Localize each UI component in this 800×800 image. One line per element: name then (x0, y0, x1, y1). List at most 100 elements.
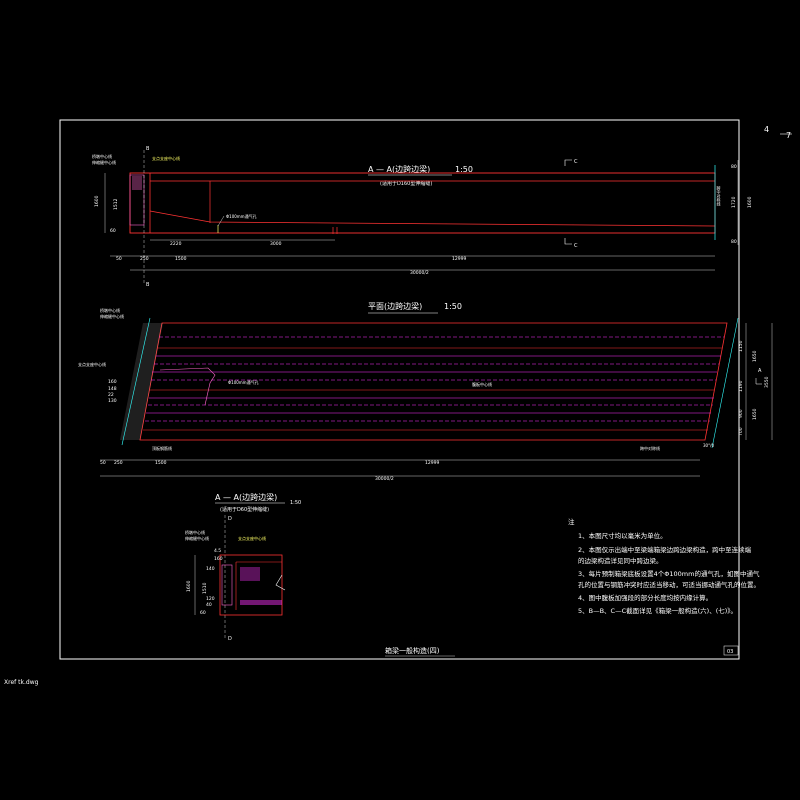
view2-label-symmetry: 跨中对称线 (640, 445, 660, 451)
v2-dim-left-2: 22 (108, 392, 114, 398)
view1-title: A — A(边跨边梁) (368, 164, 430, 174)
v2-dim-left-3: 130 (108, 398, 117, 404)
view-aa-elevation: A — A(边跨边梁) 1:50 (适用于D160型伸缩缝) B B C C 桥… (92, 146, 753, 288)
view3-subtitle: (适用于D60型伸缩缝) (220, 506, 269, 513)
cad-drawing-canvas: 4 7 Xref tk.dwg A — A(边跨边梁) 1:50 (适用于D16… (4, 119, 792, 686)
small-end-block (221, 564, 233, 606)
view2-label-web: 腹板中心线 (472, 381, 492, 387)
note-2b: 的边梁构造详见同中跨边梁。 (578, 556, 663, 565)
view1-label-symmetry: 跨中对称线 (717, 185, 722, 206)
xref-label: Xref tk.dwg (4, 679, 39, 686)
v1-dim-total: 30000/2 (410, 270, 429, 276)
v2-dim-left-1: 148 (108, 386, 117, 392)
note-2: 2、本图仅示出端中至梁端箱梁边跨边梁构造，跨中至连续端 (578, 545, 752, 554)
v1-dim-right-2: 1600 (747, 196, 753, 208)
v1-dim-left-2: 60 (110, 228, 116, 234)
small-section-outline (219, 554, 283, 616)
section-c-bottom-mark (564, 238, 572, 245)
notes-heading: 注 (568, 517, 575, 526)
small-bottom-rebar (240, 600, 282, 605)
note-4: 4、图中腹板加强段的部分长度均按内缘计算。 (578, 593, 712, 602)
view-plan: 平面(边跨边梁) 1:50 桥墩中心线 伸缩缝中心线 支点支座中心线 Φ100m… (78, 301, 773, 482)
section-d-top: D (228, 516, 232, 522)
note-5: 5、B—B、C—C截面详见《箱梁一般构造(六)、(七)》。 (578, 606, 737, 615)
v2-dim-left-0: 160 (108, 379, 117, 385)
view3-title: A — A(边跨边梁) (215, 492, 277, 502)
plan-end-hatch-fill (120, 323, 163, 440)
v3-dim-misc-0: 140 (206, 566, 215, 572)
notes-block: 注 1、本图尺寸均以毫米为单位。 2、本图仅示出端中至梁端箱梁边跨边梁构造，跨中… (568, 517, 760, 615)
vent-leader (217, 215, 225, 227)
note-3b: 孔的位置与钢筋冲突时应适当移动，可适当挪动通气孔的位置。 (578, 580, 760, 589)
small-top-rebar (240, 567, 260, 581)
view3-label-expansion: 伸缩缝中心线 (185, 535, 209, 541)
v1-dim-bt-0: 2220 (170, 241, 182, 247)
v2-dim-right-6: 3550 (764, 376, 770, 388)
v3-dim-top-1: 160 (214, 556, 223, 562)
drawing-title: 箱梁一般构造(四) (385, 646, 440, 655)
sheet-badge: 03 (727, 649, 733, 655)
v3-dim-left-2: 60 (200, 610, 206, 616)
v1-dim-b-2: 1500 (175, 256, 187, 262)
view-aa-small: A — A(边跨边梁) 1:50 (适用于D60型伸缩缝) D D 桥墩中心线 … (185, 492, 301, 642)
view3-scale: 1:50 (290, 500, 301, 506)
view2-label-stop-bar: 顶板钢筋线 (152, 445, 172, 451)
view1-label-bearing: 支点支座中心线 (152, 155, 180, 161)
view2-section-a: A (758, 368, 762, 374)
section-c-top: C (574, 159, 578, 165)
view2-label-bearing: 支点支座中心线 (78, 361, 106, 367)
v2-dim-right-2: 1190 (738, 380, 744, 392)
v1-dim-b-0: 50 (116, 256, 122, 262)
view2-label-expansion: 伸缩缝中心线 (100, 313, 124, 319)
view2-skew-value: 30°/0 (703, 443, 714, 448)
view1-label-vent: Φ100mm通气孔 (226, 213, 257, 219)
sheet-border (59, 119, 740, 660)
v3-dim-top-0: 4.5 (214, 548, 221, 554)
note-3: 3、每片预制箱梁底板设置4个Φ100mm的通气孔，如图中通气 (578, 569, 760, 578)
v1-dim-bt-1: 3000 (270, 241, 282, 247)
v3-dim-left-1: 1510 (202, 582, 208, 594)
v2-dim-right-0: 1150 (738, 340, 744, 352)
v2-dim-right-5: 700 (738, 427, 744, 436)
v1-dim-b-1: 250 (140, 256, 149, 262)
note-1: 1、本图尺寸均以毫米为单位。 (578, 531, 667, 540)
view3-label-support-center: 桥墩中心线 (185, 529, 205, 535)
section-c-bottom: C (574, 243, 578, 249)
v2-dim-right-3: 1650 (752, 408, 758, 420)
view2-scale: 1:50 (444, 302, 462, 311)
page-total: 7 (786, 131, 791, 140)
v1-dim-right-0: 80 (731, 164, 737, 170)
v1-dim-left-1: 1512 (113, 198, 119, 210)
section-b-top: B (146, 146, 150, 152)
view2-title: 平面(边跨边梁) (368, 301, 422, 311)
section-c-top-mark (564, 159, 572, 166)
section-d-bottom: D (228, 636, 232, 642)
break-line (275, 574, 286, 591)
section-a-mark (755, 378, 762, 385)
v3-dim-misc-1: 120 (206, 596, 215, 602)
plan-web-lines (145, 336, 724, 422)
plan-flare-lines (159, 367, 216, 406)
section-b-bottom: B (146, 282, 150, 288)
v1-dim-right-3: 80 (731, 239, 737, 245)
view2-label-vent: Φ100mm通气孔 (228, 379, 259, 385)
v1-dim-b-3: 12999 (452, 256, 466, 262)
v2-dim-b-1: 250 (114, 460, 123, 466)
v2-dim-total: 30000/2 (375, 476, 394, 482)
end-hatch (132, 176, 142, 190)
v2-dim-b-2: 1500 (155, 460, 167, 466)
view2-label-support-center: 桥墩中心线 (100, 307, 120, 313)
v1-dim-right-1: 1720 (731, 196, 737, 208)
view3-label-bearing: 支点支座中心线 (238, 535, 266, 541)
v2-dim-b-3: 12999 (425, 460, 439, 466)
v2-dim-right-4: 900 (738, 409, 744, 418)
v3-dim-misc-2: 40 (206, 602, 212, 608)
v2-dim-b-0: 50 (100, 460, 106, 466)
v1-dim-left-0: 1600 (94, 195, 100, 207)
page-number: 4 (764, 125, 769, 134)
v3-dim-left-0: 1600 (186, 580, 192, 592)
view1-label-expansion: 伸缩缝中心线 (92, 159, 116, 165)
v2-dim-right-1: 1650 (752, 350, 758, 362)
view1-label-support-center: 桥墩中心线 (92, 153, 112, 159)
plan-red-lines (143, 347, 722, 431)
